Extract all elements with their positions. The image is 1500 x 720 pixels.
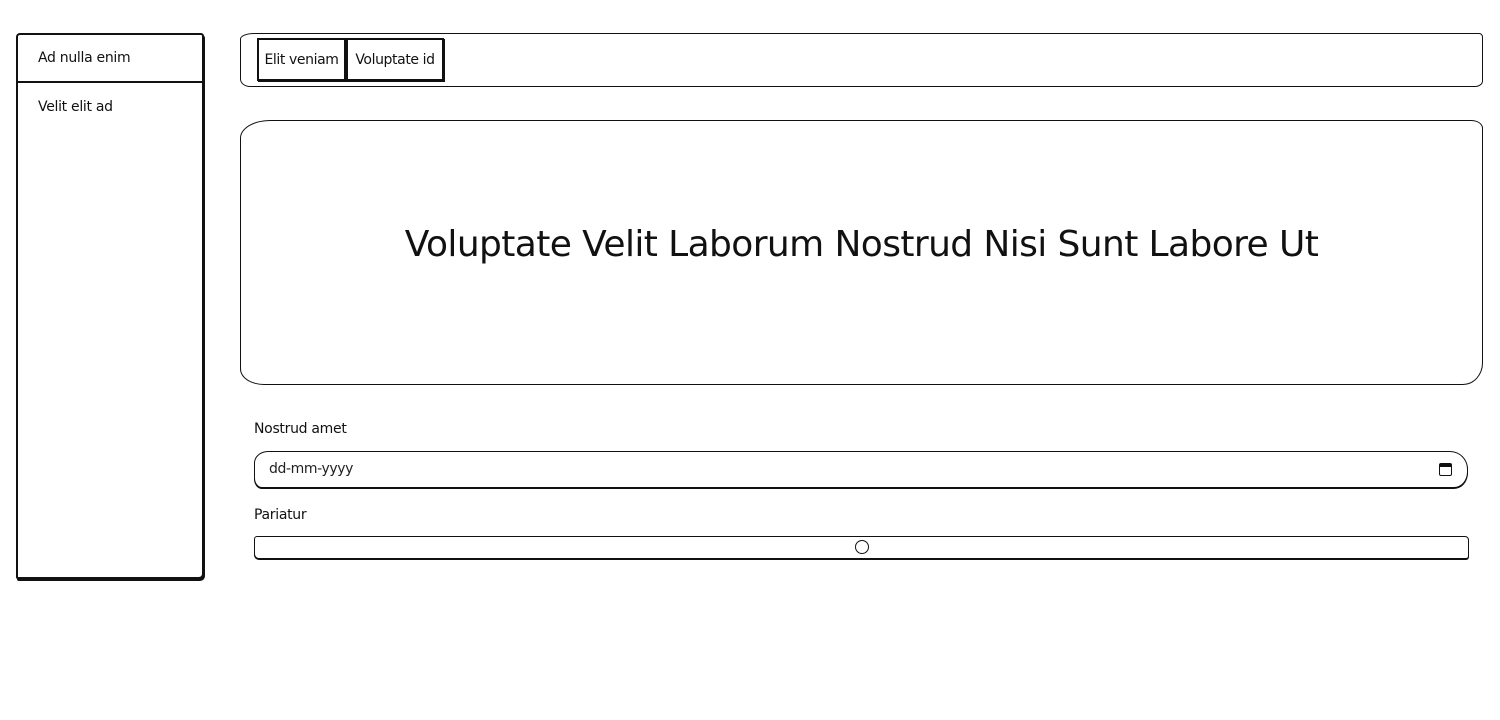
sidebar-item-ad-nulla-enim[interactable]: Ad nulla enim [18,35,202,83]
top-nav-bar: Elit veniam Voluptate id [240,33,1483,87]
tab-elit-veniam[interactable]: Elit veniam [257,38,346,81]
date-input[interactable]: dd-mm-yyyy [254,451,1468,488]
range-slider-thumb[interactable] [855,540,869,554]
range-field-label: Pariatur [254,507,307,523]
hero-panel: Voluptate Velit Laborum Nostrud Nisi Sun… [240,120,1483,385]
calendar-icon[interactable] [1439,463,1452,476]
date-field-label: Nostrud amet [254,421,347,437]
tab-voluptate-id[interactable]: Voluptate id [346,38,444,81]
sidebar: Ad nulla enim Velit elit ad [16,33,204,579]
hero-title: Voluptate Velit Laborum Nostrud Nisi Sun… [404,224,1319,265]
sidebar-item-velit-elit-ad[interactable]: Velit elit ad [18,83,202,131]
date-placeholder: dd-mm-yyyy [269,461,354,477]
range-slider[interactable] [254,536,1469,559]
